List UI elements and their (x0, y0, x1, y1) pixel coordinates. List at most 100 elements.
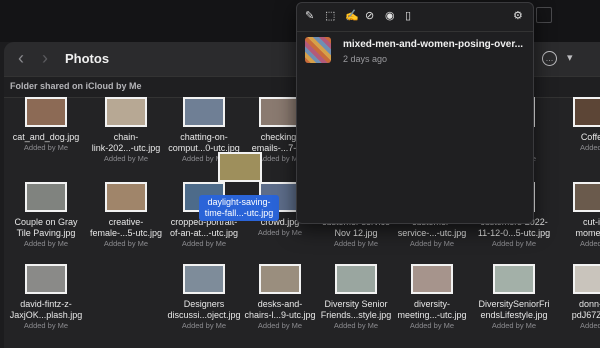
share-menu-icon[interactable]: ▾ (567, 51, 573, 66)
file-owner: Added by Me (181, 321, 227, 330)
file-thumbnail (25, 182, 67, 212)
settings-gear-icon[interactable]: ⚙ (513, 10, 523, 22)
file-name: cat_and_dog.jpg (12, 132, 80, 142)
file-item[interactable]: cut-inmoment.jAdded b (554, 182, 600, 249)
file-owner: Added by Me (23, 143, 69, 152)
forward-chevron-icon[interactable]: › (42, 48, 48, 68)
file-owner: Added by Me (333, 239, 379, 248)
file-thumbnail (25, 97, 67, 127)
file-owner: Added by Me (409, 239, 455, 248)
file-thumbnail (25, 264, 67, 294)
file-item[interactable]: chain-link-202...-utc.jpg Added by Me (86, 97, 166, 164)
file-thumbnail (183, 264, 225, 294)
file-name: Coffee (580, 132, 600, 142)
file-name: meeting...-utc.jpg (397, 310, 467, 320)
file-name: chatting-on- (180, 132, 228, 142)
file-thumbnail (335, 264, 377, 294)
file-name: discussi...oject.jpg (167, 310, 241, 320)
file-name: Friends...style.jpg (320, 310, 392, 320)
file-name: Tile Paving.jpg (16, 228, 76, 238)
clipboard-popover: ✎ ⬚ ✍ ⊘ ◉ ▯ ⚙ mixed-men-and-women-posing… (296, 2, 534, 224)
file-name: desks-and- (257, 299, 303, 309)
markup-icon[interactable]: ✍ (345, 10, 359, 22)
file-owner: Added by Me (257, 228, 303, 237)
file-item[interactable]: Diversity Senior Friends...style.jpg Added… (316, 264, 396, 331)
file-item[interactable]: Couple on Gray Tile Paving.jpg Added by Me (6, 182, 86, 249)
file-name: chairs-l...9-utc.jpg (244, 310, 316, 320)
select-area-icon[interactable]: ⬚ (325, 10, 335, 22)
file-thumbnail (107, 264, 145, 290)
record-icon[interactable]: ◉ (385, 10, 395, 22)
file-name: pdJ67Z...pl (571, 310, 600, 320)
file-thumbnail (183, 97, 225, 127)
file-name: endsLifestyle.jpg (480, 310, 548, 320)
sidebar-toggle-icon[interactable] (536, 7, 552, 23)
file-thumbnail (493, 264, 535, 294)
file-owner: Added b (580, 239, 600, 248)
file-owner: Added by Me (491, 239, 537, 248)
clipboard-item-name: mixed-men-and-women-posing-over... (343, 39, 524, 50)
file-name: of-an-at...-utc.jpg (169, 228, 239, 238)
drag-filename-line: daylight-saving- (207, 197, 271, 207)
file-owner: Added by Me (23, 239, 69, 248)
file-item[interactable]: creative-female-...5-utc.jpg Added by Me (86, 182, 166, 249)
file-item[interactable]: Designers discussi...oject.jpg Added by Me (164, 264, 244, 331)
file-owner: Added by Me (23, 321, 69, 330)
file-owner: Added b (580, 321, 600, 330)
drag-preview (215, 152, 262, 182)
file-owner: Added by Me (409, 321, 455, 330)
drag-filename-line: time-fall...-utc.jpg (204, 208, 274, 218)
clipboard-item-time: 2 days ago (343, 54, 388, 64)
file-owner: Added by Me (181, 239, 227, 248)
file-thumbnail (573, 264, 600, 294)
file-name: moment.j (575, 228, 600, 238)
file-name: female-...5-utc.jpg (89, 228, 163, 238)
file-name: donn-st (578, 299, 600, 309)
edit-icon[interactable]: ✎ (305, 10, 314, 22)
file-item[interactable]: DiversitySeniorFri endsLifestyle.jpg Added… (474, 264, 554, 331)
no-pen-icon[interactable]: ⊘ (365, 10, 374, 22)
window-title: Photos (65, 51, 110, 66)
file-name: chain- (113, 132, 139, 142)
clipboard-toolbar: ✎ ⬚ ✍ ⊘ ◉ ▯ ⚙ (297, 3, 533, 32)
file-item[interactable] (86, 264, 166, 295)
shared-folder-text: Folder shared on iCloud by Me (10, 81, 142, 91)
file-item[interactable]: donn-stpdJ67Z...plAdded b (554, 264, 600, 331)
file-name: cut-in (582, 217, 600, 227)
file-item[interactable]: CoffeeAdded b (554, 97, 600, 153)
file-name: Diversity Senior (324, 299, 388, 309)
file-thumbnail (105, 182, 147, 212)
file-owner: Added by Me (103, 154, 149, 163)
file-thumbnail (573, 182, 600, 212)
file-thumbnail (411, 264, 453, 294)
file-name: creative- (108, 217, 144, 227)
back-chevron-icon[interactable]: ‹ (18, 48, 24, 68)
file-owner: Added by Me (333, 321, 379, 330)
toolbar-right-group: … ▾ (542, 51, 573, 66)
file-item[interactable]: desks-and-chairs-l...9-utc.jpg Added by M… (240, 264, 320, 331)
more-options-icon[interactable]: … (542, 51, 557, 66)
file-owner: Added b (580, 143, 600, 152)
file-name: Couple on Gray (14, 217, 78, 227)
clipboard-item[interactable]: mixed-men-and-women-posing-over... 2 day… (303, 33, 527, 71)
file-name: diversity- (413, 299, 450, 309)
clipboard-item-thumbnail (305, 37, 331, 63)
file-thumbnail (573, 97, 600, 127)
file-thumbnail (259, 97, 301, 127)
file-item[interactable]: diversity-meeting...-utc.jpg Added by Me (392, 264, 472, 331)
file-item[interactable]: cat_and_dog.jpg Added by Me (6, 97, 86, 153)
file-name: service-...-utc.jpg (397, 228, 467, 238)
phone-icon[interactable]: ▯ (405, 10, 411, 22)
file-owner: Added by Me (491, 321, 537, 330)
file-name: Nov 12.jpg (334, 228, 378, 238)
file-name: Designers (183, 299, 225, 309)
file-owner: Added by Me (257, 321, 303, 330)
drag-filename-label: daylight-saving- time-fall...-utc.jpg (199, 195, 279, 221)
file-name: link-202...-utc.jpg (91, 143, 161, 153)
file-name: JaxjOK...plash.jpg (9, 310, 83, 320)
drag-thumbnail (218, 152, 262, 182)
file-name: 11-12-0...5-utc.jpg (477, 228, 551, 238)
file-name: david-fintz-z- (20, 299, 72, 309)
file-item[interactable]: david-fintz-z- JaxjOK...plash.jpg Added by… (6, 264, 86, 331)
file-owner: Added by Me (103, 239, 149, 248)
